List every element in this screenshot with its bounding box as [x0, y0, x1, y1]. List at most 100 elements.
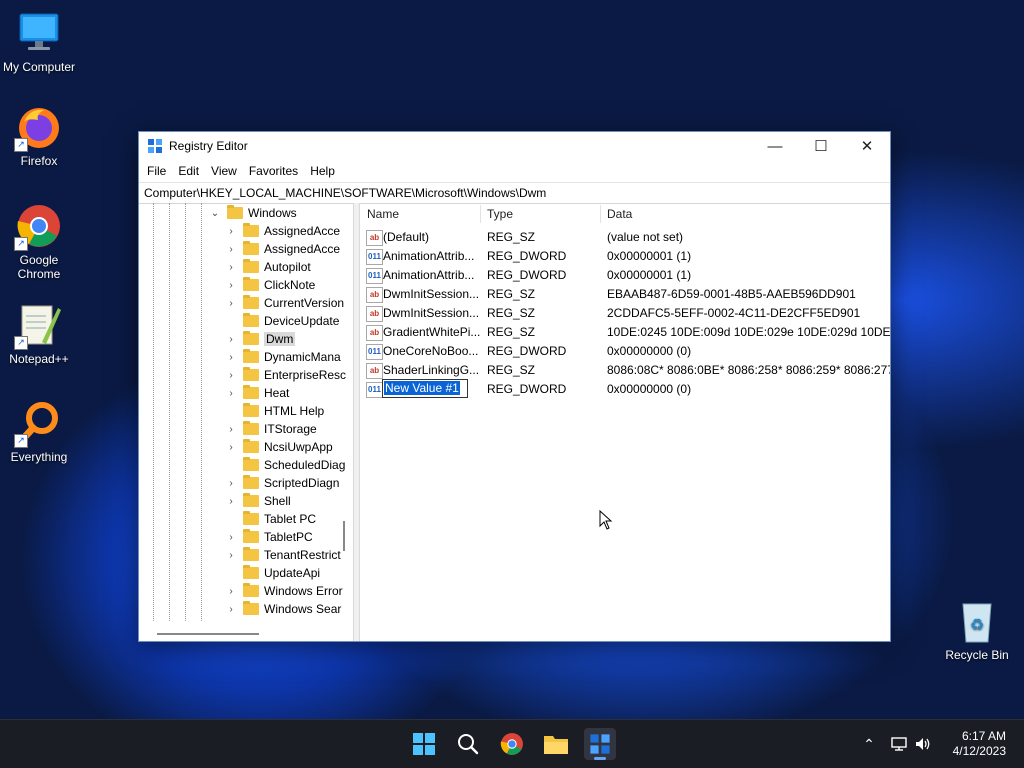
- tree-item[interactable]: › AssignedAcce: [225, 240, 340, 258]
- registry-editor-icon: [148, 139, 162, 153]
- desktop-icon-google-chrome[interactable]: ↗ Google Chrome: [0, 203, 78, 281]
- chevron-right-icon[interactable]: ›: [225, 532, 237, 543]
- value-type: REG_DWORD: [487, 382, 567, 396]
- tree-item[interactable]: › Heat: [225, 384, 289, 402]
- tree-item[interactable]: ScheduledDiag: [225, 456, 345, 474]
- tree-item[interactable]: › AssignedAcce: [225, 222, 340, 240]
- value-row[interactable]: ab GradientWhitePi... REG_SZ 10DE:0245 10DE…: [360, 323, 890, 342]
- desktop-icon-recycle-bin[interactable]: ♻ Recycle Bin: [938, 598, 1016, 662]
- chevron-right-icon[interactable]: ›: [225, 496, 237, 507]
- value-row[interactable]: ab (Default) REG_SZ (value not set): [360, 228, 890, 247]
- chevron-right-icon[interactable]: ›: [225, 604, 237, 615]
- tree-item[interactable]: › Windows Sear: [225, 600, 341, 618]
- column-header-data[interactable]: Data: [607, 207, 632, 221]
- clock-date: 4/12/2023: [952, 744, 1006, 758]
- tree-item[interactable]: › CurrentVersion: [225, 294, 344, 312]
- tree-item[interactable]: › ITStorage: [225, 420, 317, 438]
- tree-item[interactable]: UpdateApi: [225, 564, 320, 582]
- value-row[interactable]: 011 AnimationAttrib... REG_DWORD 0x00000001…: [360, 247, 890, 266]
- tree-item[interactable]: › Windows Error: [225, 582, 343, 600]
- chevron-right-icon[interactable]: ›: [225, 442, 237, 453]
- value-data: 8086:08C* 8086:0BE* 8086:258* 8086:259* …: [607, 363, 890, 377]
- tree-horizontal-scrollbar[interactable]: [157, 633, 259, 635]
- address-bar[interactable]: Computer\HKEY_LOCAL_MACHINE\SOFTWARE\Mic…: [139, 182, 890, 204]
- tree-item-label: EnterpriseResc: [264, 368, 347, 382]
- value-row[interactable]: ab DwmInitSession... REG_SZ EBAAB487-6D59-0…: [360, 285, 890, 304]
- tree-item-label: ClickNote: [264, 278, 316, 292]
- address-path: Computer\HKEY_LOCAL_MACHINE\SOFTWARE\Mic…: [144, 186, 547, 200]
- column-divider[interactable]: [480, 205, 481, 223]
- tree-item[interactable]: DeviceUpdate: [225, 312, 339, 330]
- chevron-right-icon[interactable]: ›: [225, 370, 237, 381]
- chevron-right-icon[interactable]: ›: [225, 226, 237, 237]
- desktop-icon-everything[interactable]: ↗ Everything: [0, 400, 78, 464]
- tree-item[interactable]: Tablet PC: [225, 510, 316, 528]
- chevron-right-icon[interactable]: ›: [225, 388, 237, 399]
- network-icon[interactable]: [890, 736, 908, 752]
- tree-item[interactable]: HTML Help: [225, 402, 324, 420]
- values-list-pane[interactable]: Name Type Data ab (Default) REG_SZ (value n…: [359, 203, 890, 641]
- desktop-icon-notepad-plus-plus[interactable]: ↗ Notepad++: [0, 302, 78, 366]
- tree-item[interactable]: › TabletPC: [225, 528, 313, 546]
- column-header-name[interactable]: Name: [367, 207, 399, 221]
- menu-favorites[interactable]: Favorites: [243, 164, 304, 178]
- value-data: EBAAB487-6D59-0001-48B5-AAEB596DD901: [607, 287, 856, 301]
- tree-item[interactable]: › DynamicMana: [225, 348, 341, 366]
- volume-icon[interactable]: [914, 736, 932, 752]
- chevron-right-icon[interactable]: ›: [225, 586, 237, 597]
- column-header-type[interactable]: Type: [487, 207, 513, 221]
- tree-item[interactable]: › ClickNote: [225, 276, 315, 294]
- chevron-right-icon[interactable]: ›: [225, 262, 237, 273]
- key-tree-pane[interactable]: ⌄ Windows › AssignedAcce › AssignedAcce › Aut…: [139, 203, 354, 641]
- title-bar[interactable]: Registry Editor — ☐ ✕: [139, 132, 890, 160]
- taskbar-file-explorer-button[interactable]: [540, 728, 572, 760]
- value-row[interactable]: 011 New Value #1 REG_DWORD 0x00000000 (0): [360, 379, 890, 399]
- menu-help[interactable]: Help: [304, 164, 341, 178]
- value-row[interactable]: ab ShaderLinkingG... REG_SZ 8086:08C* 8086:…: [360, 361, 890, 380]
- value-row[interactable]: 011 AnimationAttrib... REG_DWORD 0x00000001…: [360, 266, 890, 285]
- desktop-icon-my-computer[interactable]: My Computer: [0, 10, 78, 74]
- tree-item[interactable]: › EnterpriseResc: [225, 366, 346, 384]
- tree-item[interactable]: › Autopilot: [225, 258, 311, 276]
- binary-value-icon: 011: [366, 382, 383, 398]
- tree-item[interactable]: › Shell: [225, 492, 291, 510]
- chevron-right-icon[interactable]: ›: [225, 298, 237, 309]
- chevron-right-icon[interactable]: ›: [225, 352, 237, 363]
- maximize-button[interactable]: ☐: [798, 132, 844, 160]
- value-row[interactable]: 011 OneCoreNoBoo... REG_DWORD 0x00000000 (0…: [360, 342, 890, 361]
- tree-item-label: Tablet PC: [264, 512, 317, 526]
- chevron-right-icon[interactable]: ›: [225, 478, 237, 489]
- chevron-right-icon[interactable]: ›: [225, 244, 237, 255]
- minimize-button[interactable]: —: [752, 132, 798, 160]
- rename-value-input[interactable]: New Value #1: [382, 379, 468, 398]
- taskbar-chrome-button[interactable]: [496, 728, 528, 760]
- chevron-up-icon[interactable]: ⌃: [860, 736, 878, 753]
- chevron-right-icon[interactable]: ›: [225, 550, 237, 561]
- taskbar-clock[interactable]: 6:17 AM 4/12/2023: [953, 729, 1006, 759]
- string-value-icon: ab: [366, 325, 383, 341]
- tree-item[interactable]: › TenantRestrict: [225, 546, 341, 564]
- column-divider[interactable]: [600, 205, 601, 223]
- taskbar-registry-editor-button[interactable]: [584, 728, 616, 760]
- chevron-right-icon[interactable]: ›: [225, 280, 237, 291]
- value-row[interactable]: ab DwmInitSession... REG_SZ 2CDDAFC5-5EFF-0…: [360, 304, 890, 323]
- chevron-right-icon[interactable]: ›: [225, 424, 237, 435]
- tree-item-label: Dwm: [264, 332, 296, 346]
- value-name: AnimationAttrib...: [383, 268, 475, 282]
- chevron-down-icon[interactable]: ⌄: [209, 208, 221, 219]
- taskbar-search-button[interactable]: [452, 728, 484, 760]
- tree-item[interactable]: › Dwm: [225, 330, 296, 348]
- close-button[interactable]: ✕: [844, 132, 890, 160]
- tree-item[interactable]: › NcsiUwpApp: [225, 438, 333, 456]
- menu-view[interactable]: View: [205, 164, 243, 178]
- tree-item-windows[interactable]: ⌄ Windows: [209, 204, 297, 222]
- menu-edit[interactable]: Edit: [172, 164, 205, 178]
- chevron-right-icon[interactable]: ›: [225, 334, 237, 345]
- menu-file[interactable]: File: [141, 164, 172, 178]
- tree-vertical-scrollbar[interactable]: [343, 521, 345, 551]
- start-button[interactable]: [408, 728, 440, 760]
- desktop-icon-firefox[interactable]: ↗ Firefox: [0, 104, 78, 168]
- tree-item[interactable]: › ScriptedDiagn: [225, 474, 339, 492]
- value-type: REG_SZ: [487, 287, 536, 301]
- desktop-icon-label: Google Chrome: [17, 253, 61, 281]
